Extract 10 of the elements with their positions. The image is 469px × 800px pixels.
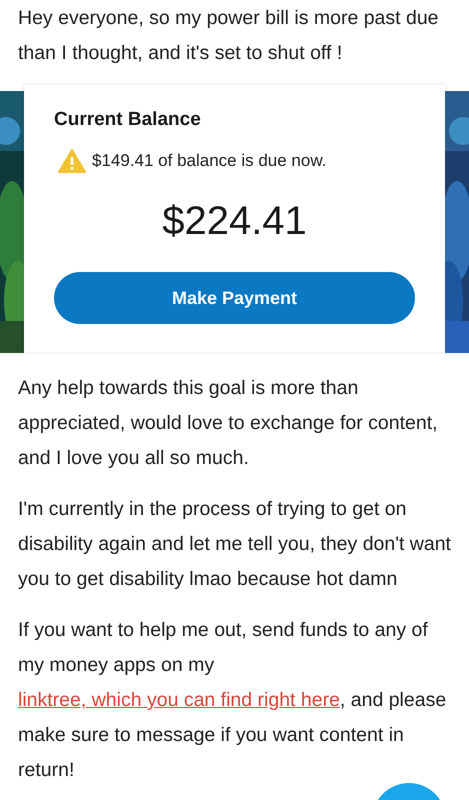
link[interactable]: linktree, which you can find right here	[18, 689, 340, 711]
intro-text: Hey everyone, so my power bill is more past due than I thought, and it's set to shut off !	[17, 6, 440, 66]
warning-text: $149.41 of balance is due now.	[92, 151, 326, 171]
warning-icon	[58, 149, 86, 173]
paragraph: Any help towards this goal is more than appreciated, would love to exchange for content, and I love you all so much.	[17, 376, 439, 471]
make-payment-button[interactable]: Make Payment	[54, 272, 415, 324]
paragraph: I'm currently in the process of trying to get on disability again and let me tell you, they don't want you to get disability lmao because hot damn	[17, 497, 452, 592]
card-title: Current Balance	[54, 109, 201, 131]
paragraph: If you want to help me out, send funds to any of my money apps on my linktree, which you can find right here, and please make sure to message if you want content in return!	[17, 618, 448, 783]
balance-amount: $224.41	[162, 199, 307, 244]
